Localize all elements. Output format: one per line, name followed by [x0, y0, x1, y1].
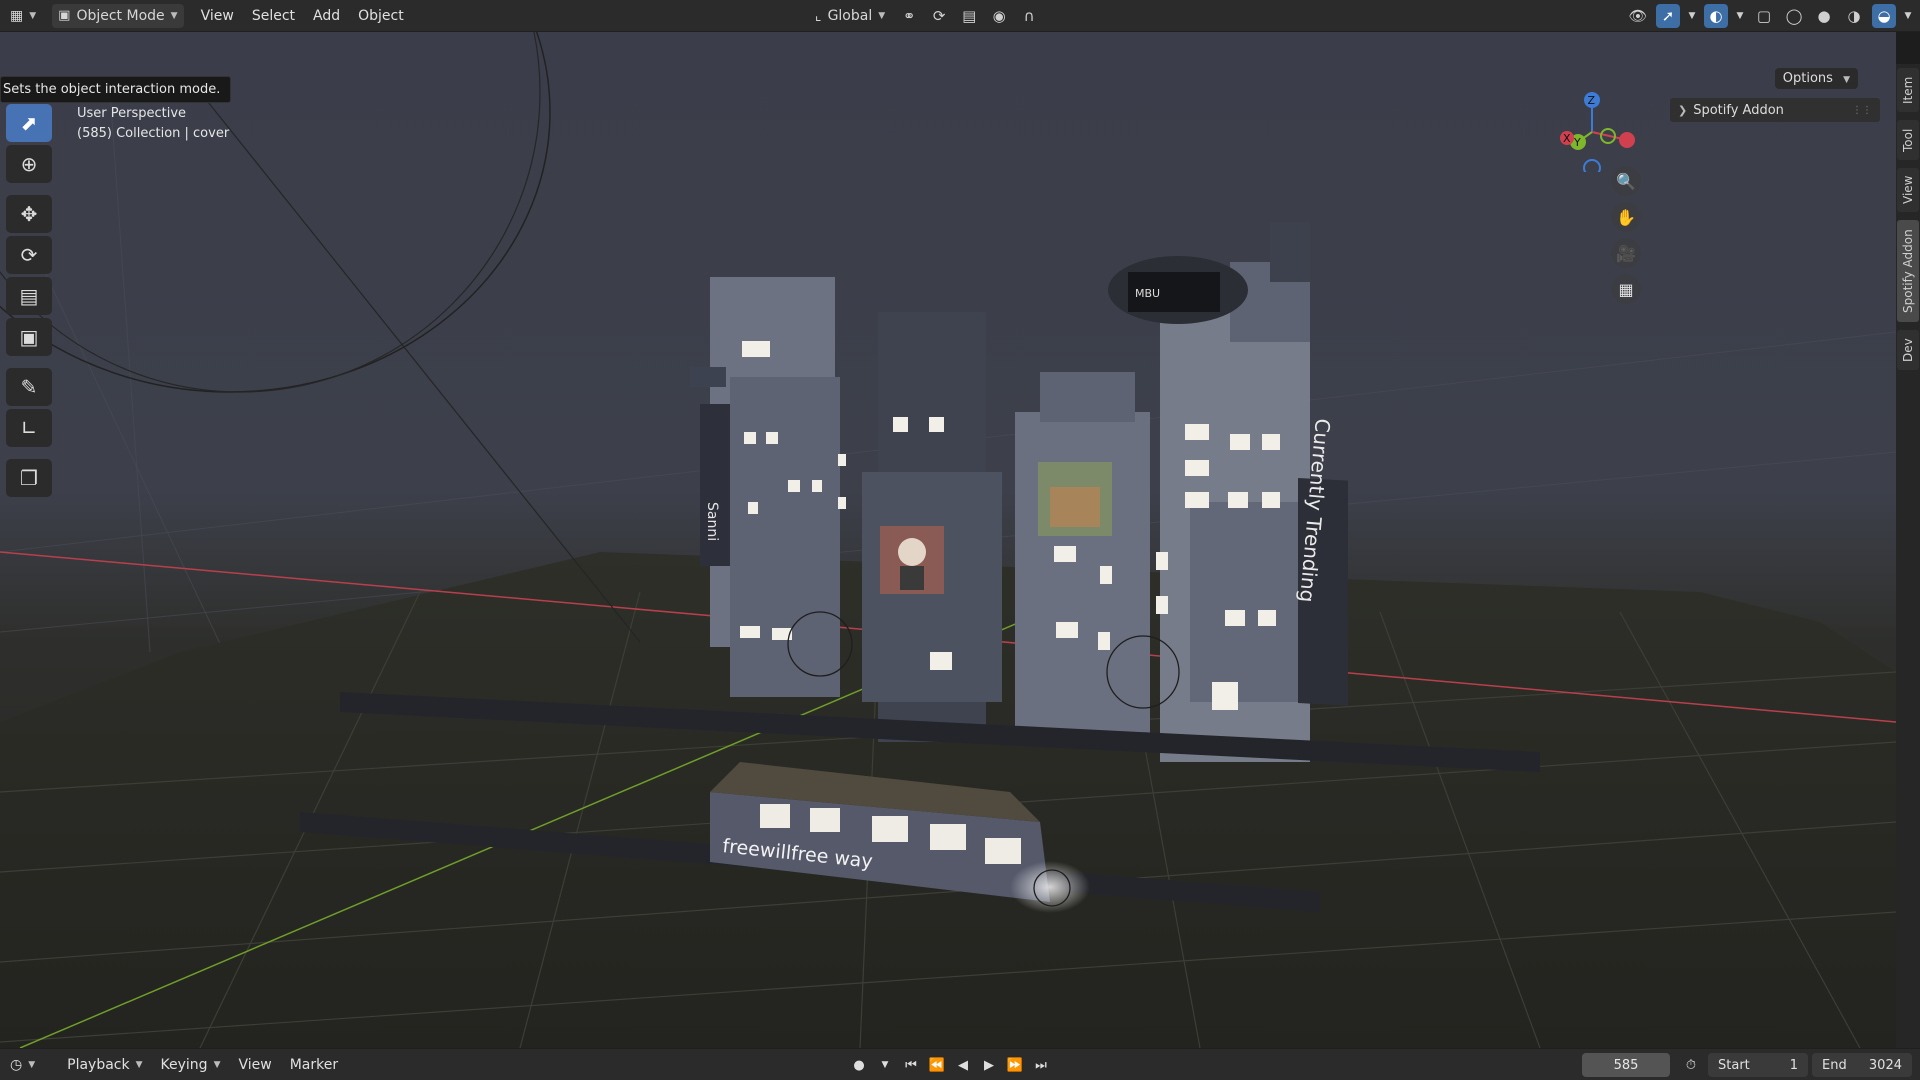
cursor-tool-icon[interactable]: ⊕	[6, 145, 52, 183]
rotate-tool-icon[interactable]: ⟳	[6, 236, 52, 274]
transform-tool-icon[interactable]: ▣	[6, 318, 52, 356]
material-shading-icon[interactable]: ◑	[1842, 4, 1866, 28]
solid-shading-icon[interactable]: ●	[1812, 4, 1836, 28]
wireframe-shading-icon[interactable]: ◯	[1782, 4, 1806, 28]
move-tool-icon[interactable]: ✥	[6, 195, 52, 233]
jump-end-icon[interactable]: ⏭	[1030, 1053, 1052, 1077]
menu-marker[interactable]: Marker	[281, 1057, 347, 1073]
menu-select[interactable]: Select	[243, 8, 304, 24]
svg-text:X: X	[1563, 132, 1571, 145]
current-frame-field[interactable]: 585	[1582, 1053, 1670, 1077]
mode-label: Object Mode	[76, 7, 165, 24]
stopwatch-icon[interactable]: ⏱	[1680, 1053, 1702, 1077]
proportional-edit-icon[interactable]: ◉	[987, 4, 1011, 28]
object-mode-icon: ▣	[58, 8, 71, 23]
record-icon[interactable]: ●	[848, 1053, 870, 1077]
next-keyframe-icon[interactable]: ⏩	[1004, 1053, 1026, 1077]
overlays-dropdown-icon[interactable]: ▼	[1734, 4, 1746, 28]
start-value: 1	[1789, 1057, 1798, 1073]
perspective-label: User Perspective	[77, 106, 187, 121]
transform-orientation-dropdown[interactable]: ⌞ Global ▼	[809, 4, 891, 28]
camera-view-icon[interactable]: 🎥	[1611, 238, 1641, 268]
3d-viewport-icon: ▦	[10, 7, 24, 24]
navigation-gizmo[interactable]: Z Y X	[1545, 72, 1655, 172]
rendered-shading-icon[interactable]: ◒	[1872, 4, 1896, 28]
3d-viewport[interactable]: Sanni Currently Trending MBU freewillfre…	[0, 32, 1896, 1048]
spotify-addon-panel-header[interactable]: ❯ Spotify Addon ⋮⋮	[1670, 98, 1880, 122]
play-reverse-icon[interactable]: ◀	[952, 1053, 974, 1077]
tab-view[interactable]: View	[1897, 168, 1919, 212]
menu-keying[interactable]: Keying ▼	[152, 1057, 230, 1073]
playback-controls: ● ▼ ⏮ ⏪ ◀ ▶ ⏩ ⏭	[848, 1053, 1052, 1077]
sign-left-text: Sanni	[704, 502, 720, 541]
record-dropdown-icon[interactable]: ▼	[874, 1053, 896, 1077]
tab-dev[interactable]: Dev	[1897, 330, 1919, 370]
scale-tool-icon[interactable]: ▤	[6, 277, 52, 315]
transform-controls: ⌞ Global ▼ ⚭ ⟳ ▤ ◉ ∩	[805, 4, 1041, 28]
viewport-display-controls: 👁 ➚ ▼ ◐ ▼ ▢ ◯ ● ◑ ◒ ▼	[1626, 4, 1914, 28]
mode-tooltip: Sets the object interaction mode.	[0, 76, 232, 103]
svg-text:Y: Y	[1573, 136, 1581, 149]
shading-dropdown-icon[interactable]: ▼	[1902, 4, 1914, 28]
chevron-right-icon: ❯	[1678, 103, 1688, 117]
tab-item[interactable]: Item	[1897, 68, 1919, 112]
tab-tool[interactable]: Tool	[1897, 120, 1919, 160]
pan-hand-icon[interactable]: ✋	[1611, 202, 1641, 232]
viewport-hud: User Perspective (585) Collection | cove…	[77, 104, 229, 144]
menu-view[interactable]: View	[192, 8, 243, 24]
play-icon[interactable]: ▶	[978, 1053, 1000, 1077]
drag-grip-icon[interactable]: ⋮⋮	[1852, 105, 1872, 116]
end-frame-field[interactable]: End 3024	[1812, 1053, 1912, 1077]
tab-spotify-addon[interactable]: Spotify Addon	[1897, 220, 1919, 322]
end-value: 3024	[1868, 1057, 1902, 1073]
add-cube-tool-icon[interactable]: ❐	[6, 459, 52, 497]
menu-playback[interactable]: Playback ▼	[58, 1057, 151, 1073]
gizmo-x-axis[interactable]	[1619, 132, 1635, 148]
annotate-tool-icon[interactable]: ✎	[6, 368, 52, 406]
timeline-editor-type[interactable]: ◷ ▼	[0, 1057, 44, 1073]
zoom-icon[interactable]: 🔍	[1611, 166, 1641, 196]
start-frame-field[interactable]: Start 1	[1708, 1053, 1808, 1077]
gizmo-toggle-icon[interactable]: ➚	[1656, 4, 1680, 28]
menu-object[interactable]: Object	[349, 8, 413, 24]
gizmo-dropdown-icon[interactable]: ▼	[1686, 4, 1698, 28]
tool-shelf: ⬈ ⊕ ✥ ⟳ ▤ ▣ ✎ ∟ ❐	[6, 104, 56, 497]
orientation-icon: ⌞	[815, 8, 822, 24]
overlays-toggle-icon[interactable]: ◐	[1704, 4, 1728, 28]
menu-timeline-view[interactable]: View	[229, 1057, 280, 1073]
clock-icon: ◷	[10, 1056, 23, 1073]
prev-keyframe-icon[interactable]: ⏪	[926, 1053, 948, 1077]
mode-selector[interactable]: ▣ Object Mode ▼	[52, 3, 184, 28]
viewport-header: ▦ ▼ ▣ Object Mode ▼ View Select Add Object…	[0, 0, 1920, 32]
options-dropdown[interactable]: Options ▼	[1774, 68, 1858, 89]
city-buildings: Sanni Currently Trending MBU	[690, 222, 1348, 762]
blimp-text: MBU	[1135, 287, 1160, 300]
visibility-icon[interactable]: 👁	[1626, 4, 1650, 28]
editor-type-selector[interactable]: ▦ ▼	[4, 4, 42, 28]
options-label: Options	[1782, 71, 1833, 86]
end-label: End	[1822, 1057, 1847, 1073]
menu-add[interactable]: Add	[304, 8, 349, 24]
jump-start-icon[interactable]: ⏮	[900, 1053, 922, 1077]
measure-tool-icon[interactable]: ∟	[6, 409, 52, 447]
snap-target-icon[interactable]: ▤	[957, 4, 981, 28]
panel-title: Spotify Addon	[1693, 102, 1784, 118]
timeline-header: ◷ ▼ Playback ▼ Keying ▼ View Marker ● ▼ ⏮ ⏪…	[0, 1048, 1920, 1080]
xray-toggle-icon[interactable]: ▢	[1752, 4, 1776, 28]
snap-toggle-icon[interactable]: ⟳	[927, 4, 951, 28]
chevron-down-icon: ▼	[1843, 75, 1850, 85]
orientation-label: Global	[827, 8, 873, 24]
collection-label: (585) Collection | cover	[77, 126, 230, 141]
falloff-icon[interactable]: ∩	[1017, 4, 1041, 28]
perspective-toggle-icon[interactable]: ▦	[1611, 274, 1641, 304]
pivot-point-icon[interactable]: ⚭	[897, 4, 921, 28]
start-label: Start	[1718, 1057, 1750, 1073]
select-box-tool-icon[interactable]: ⬈	[6, 104, 52, 142]
sidebar-tabs: Item Tool View Spotify Addon Dev	[1896, 64, 1920, 1048]
svg-text:Z: Z	[1588, 94, 1596, 107]
